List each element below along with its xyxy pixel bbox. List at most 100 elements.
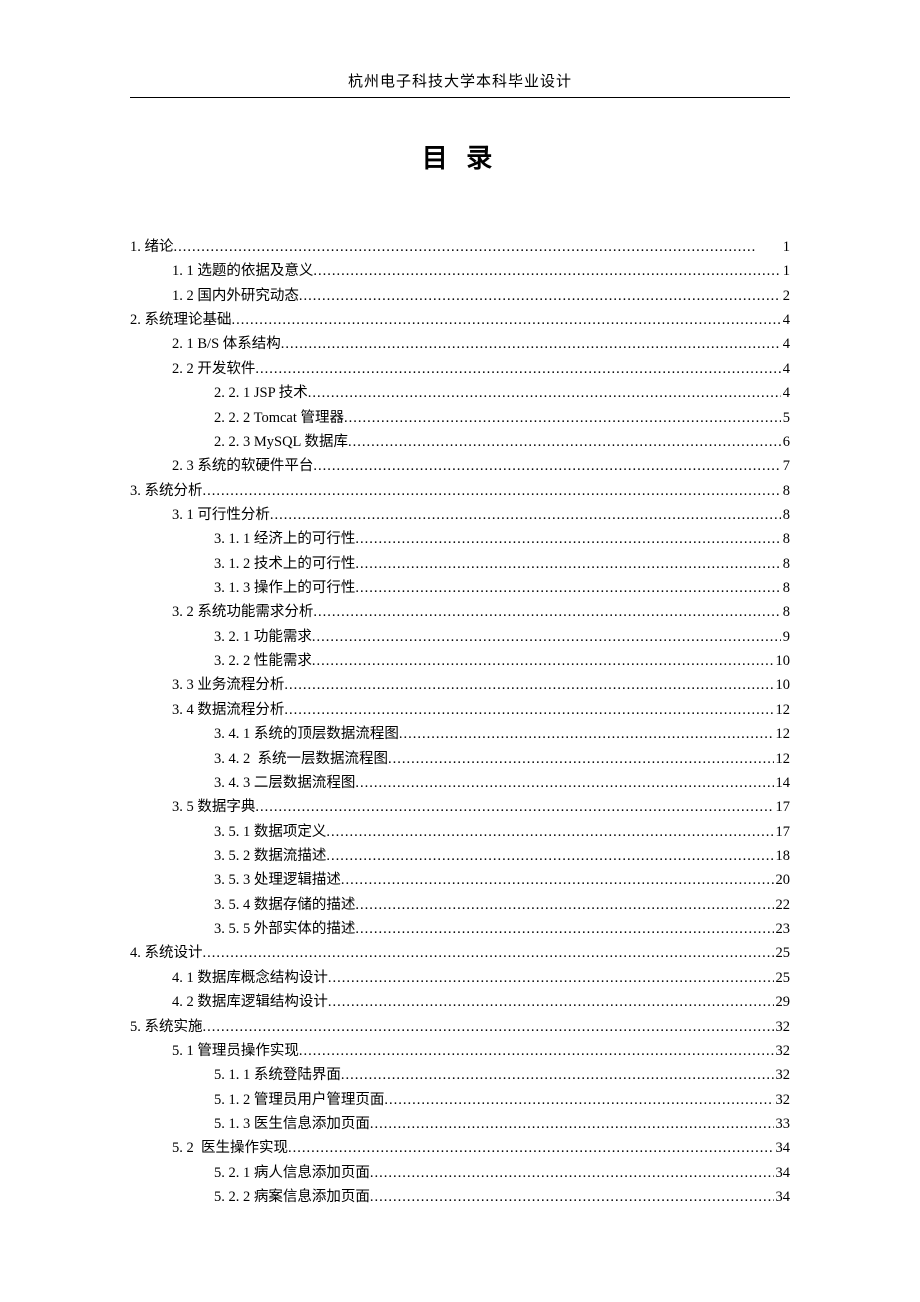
toc-entry[interactable]: 5. 2 医生操作实现34 [130,1136,790,1160]
toc-entry[interactable]: 3. 1. 3 操作上的可行性8 [130,576,790,600]
toc-entry[interactable]: 3. 5. 2 数据流描述 18 [130,844,790,868]
toc-entry-page: 25 [774,941,791,965]
toc-entry-label: 3. 3 业务流程分析 [172,673,284,697]
toc-entry[interactable]: 5. 1. 1 系统登陆界面32 [130,1063,790,1087]
toc-entry[interactable]: 2. 2 开发软件 4 [130,357,790,381]
toc-entry[interactable]: 2. 系统理论基础4 [130,308,790,332]
toc-entry[interactable]: 1. 2 国内外研究动态2 [130,284,790,308]
toc-leader-dots [355,917,773,941]
toc-entry-label: 3. 5. 1 数据项定义 [214,820,326,844]
toc-entry[interactable]: 3. 系统分析8 [130,479,790,503]
toc-entry-page: 22 [774,893,791,917]
toc-entry-label: 2. 2 开发软件 [172,357,255,381]
toc-entry[interactable]: 2. 2. 3 MySQL 数据库6 [130,430,790,454]
toc-entry-page: 8 [781,600,790,624]
toc-entry-label: 3. 1 可行性分析 [172,503,270,527]
toc-entry-label: 4. 1 数据库概念结构设计 [172,966,328,990]
toc-entry[interactable]: 4. 2 数据库逻辑结构设计29 [130,990,790,1014]
toc-entry-page: 32 [774,1088,791,1112]
toc-entry[interactable]: 4. 系统设计25 [130,941,790,965]
toc-entry[interactable]: 5. 1. 2 管理员用户管理页面32 [130,1088,790,1112]
toc-entry-page: 4 [781,308,790,332]
toc-entry[interactable]: 3. 5. 4 数据存储的描述22 [130,893,790,917]
toc-entry[interactable]: 1. 绪论1 [130,235,790,259]
toc-leader-dots [281,332,781,356]
page-header: 杭州电子科技大学本科毕业设计 [130,70,790,91]
toc-entry[interactable]: 3. 1. 1 经济上的可行性 8 [130,527,790,551]
toc-entry[interactable]: 2. 3 系统的软硬件平台7 [130,454,790,478]
toc-leader-dots [355,527,780,551]
toc-entry-page: 1 [781,259,790,283]
table-of-contents: 1. 绪论11. 1 选题的依据及意义11. 2 国内外研究动态22. 系统理论… [130,235,790,1209]
toc-entry-page: 17 [774,795,791,819]
toc-entry[interactable]: 3. 5. 1 数据项定义17 [130,820,790,844]
toc-entry[interactable]: 3. 5. 5 外部实体的描述23 [130,917,790,941]
toc-entry[interactable]: 5. 系统实施32 [130,1015,790,1039]
toc-leader-dots [299,1039,774,1063]
toc-entry-page: 4 [781,381,790,405]
toc-entry[interactable]: 5. 2. 1 病人信息添加页面34 [130,1161,790,1185]
toc-entry-page: 8 [781,479,790,503]
page-title: 目 录 [130,138,790,175]
toc-entry-page: 1 [781,235,790,259]
toc-entry-page: 29 [774,990,791,1014]
toc-entry-page: 8 [781,527,790,551]
toc-leader-dots [326,820,773,844]
header-divider [130,97,790,98]
toc-entry-label: 2. 3 系统的软硬件平台 [172,454,313,478]
toc-entry-page: 5 [781,406,790,430]
toc-entry[interactable]: 2. 2. 2 Tomcat 管理器 5 [130,406,790,430]
toc-entry-page: 4 [781,357,790,381]
toc-entry-label: 2. 2. 2 Tomcat 管理器 [214,406,344,430]
toc-leader-dots [203,1015,774,1039]
toc-leader-dots [270,503,781,527]
toc-entry-page: 4 [781,332,790,356]
toc-entry[interactable]: 2. 2. 1 JSP 技术4 [130,381,790,405]
toc-leader-dots [370,1185,774,1209]
toc-entry[interactable]: 3. 5 数据字典17 [130,795,790,819]
toc-entry-label: 3. 1. 1 经济上的可行性 [214,527,355,551]
toc-entry[interactable]: 3. 4. 3 二层数据流程图14 [130,771,790,795]
toc-leader-dots [203,941,774,965]
toc-entry[interactable]: 5. 1 管理员操作实现32 [130,1039,790,1063]
toc-entry[interactable]: 3. 4 数据流程分析12 [130,698,790,722]
toc-entry-label: 3. 4. 3 二层数据流程图 [214,771,355,795]
toc-entry[interactable]: 3. 4. 2 系统一层数据流程图12 [130,747,790,771]
toc-entry-page: 23 [774,917,791,941]
toc-entry-label: 5. 1. 1 系统登陆界面 [214,1063,341,1087]
toc-leader-dots [312,625,781,649]
toc-entry[interactable]: 5. 1. 3 医生信息添加页面33 [130,1112,790,1136]
toc-entry-page: 33 [774,1112,791,1136]
toc-entry-page: 9 [781,625,790,649]
toc-entry[interactable]: 3. 4. 1 系统的顶层数据流程图12 [130,722,790,746]
toc-entry[interactable]: 3. 2 系统功能需求分析 8 [130,600,790,624]
toc-leader-dots [255,357,780,381]
toc-entry-page: 18 [774,844,791,868]
toc-entry-page: 20 [774,868,791,892]
toc-entry-label: 3. 5. 2 数据流描述 [214,844,326,868]
toc-entry[interactable]: 3. 1. 2 技术上的可行性 8 [130,552,790,576]
toc-entry-label: 3. 2 系统功能需求分析 [172,600,313,624]
toc-entry[interactable]: 3. 2. 2 性能需求10 [130,649,790,673]
toc-leader-dots [355,576,780,600]
toc-entry-page: 8 [781,503,790,527]
toc-entry[interactable]: 4. 1 数据库概念结构设计25 [130,966,790,990]
toc-leader-dots [313,259,780,283]
toc-entry-label: 3. 4. 2 系统一层数据流程图 [214,747,388,771]
toc-entry-label: 3. 1. 2 技术上的可行性 [214,552,355,576]
toc-leader-dots [355,893,773,917]
toc-entry-page: 32 [774,1039,791,1063]
toc-entry[interactable]: 1. 1 选题的依据及意义1 [130,259,790,283]
toc-leader-dots [370,1161,774,1185]
toc-entry[interactable]: 2. 1 B/S 体系结构4 [130,332,790,356]
toc-entry-label: 5. 系统实施 [130,1015,203,1039]
toc-entry[interactable]: 5. 2. 2 病案信息添加页面34 [130,1185,790,1209]
toc-leader-dots [344,406,781,430]
toc-entry[interactable]: 3. 5. 3 处理逻辑描述20 [130,868,790,892]
toc-leader-dots [355,771,773,795]
toc-entry[interactable]: 3. 2. 1 功能需求9 [130,625,790,649]
toc-entry-page: 8 [781,552,790,576]
toc-leader-dots [384,1088,773,1112]
toc-entry[interactable]: 3. 3 业务流程分析10 [130,673,790,697]
toc-entry[interactable]: 3. 1 可行性分析 8 [130,503,790,527]
